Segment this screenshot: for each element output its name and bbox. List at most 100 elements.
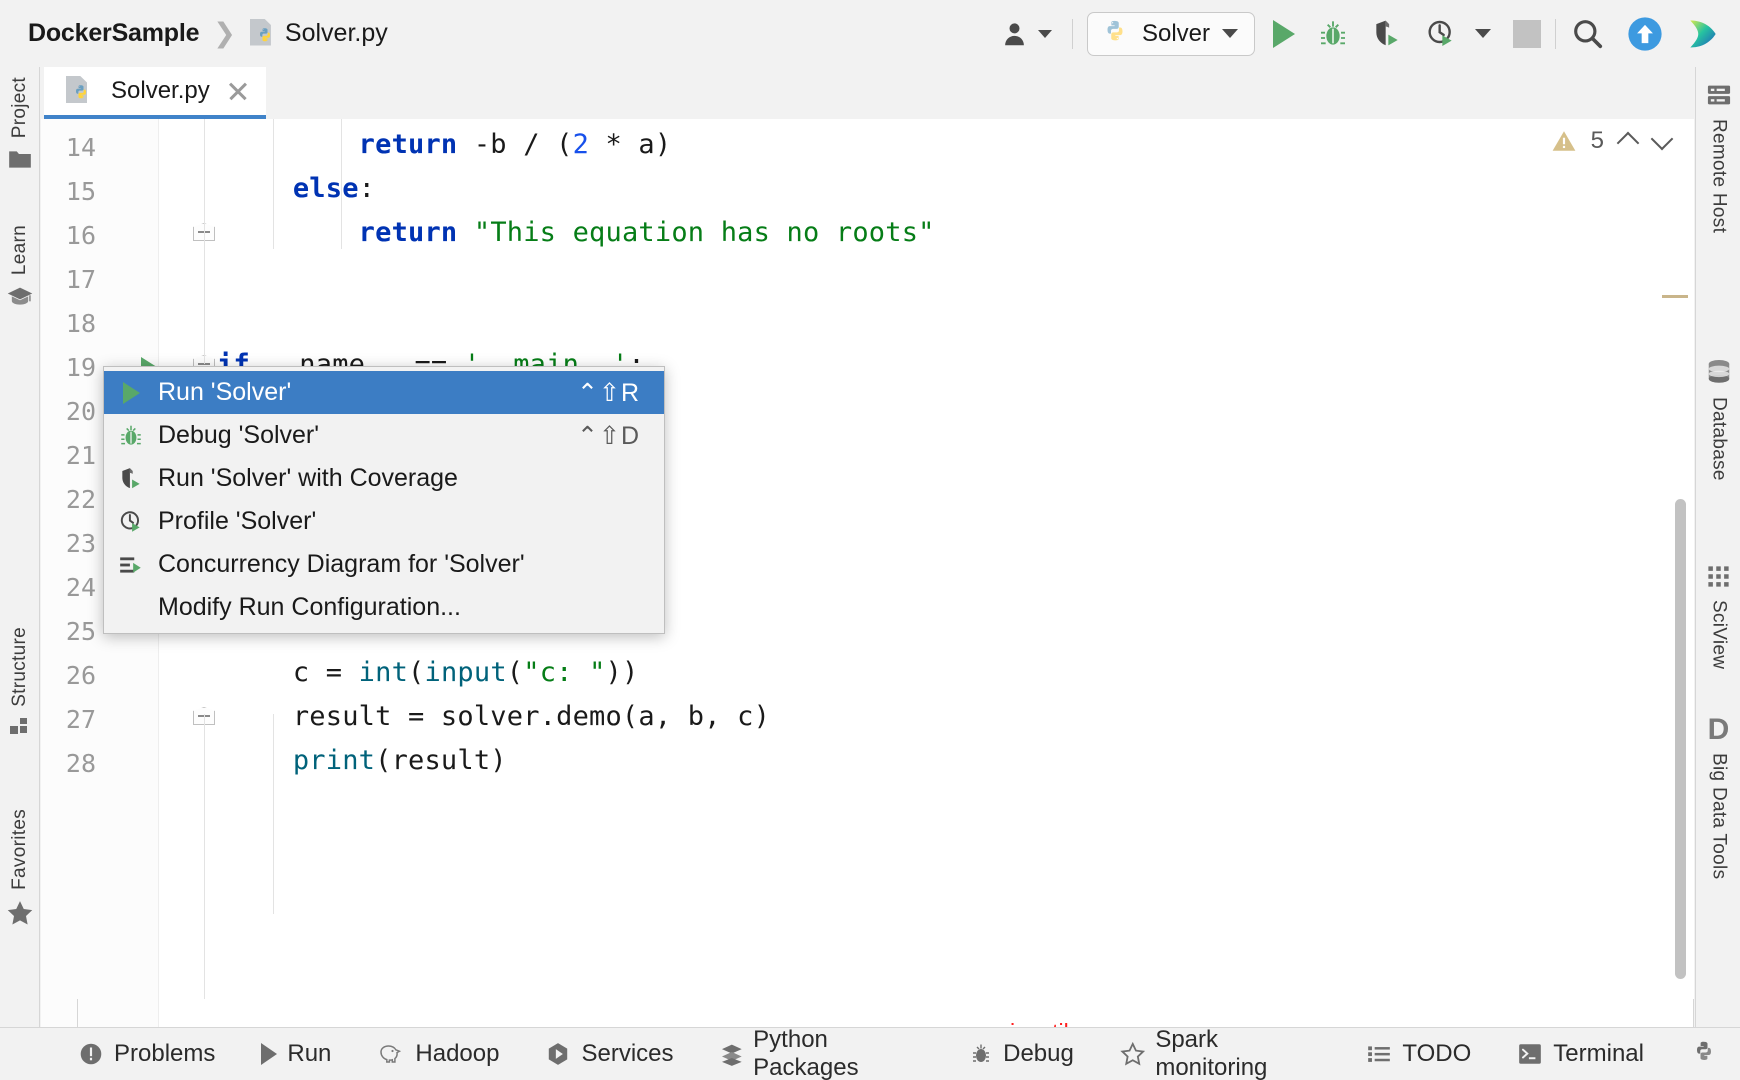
toolbar-divider (1072, 19, 1073, 49)
profile-clock-icon (1425, 18, 1457, 50)
code-line-27: print(result) (227, 745, 507, 776)
line-number: 17 (41, 265, 96, 294)
sidebar-item-sciview[interactable]: SciView (1696, 563, 1740, 669)
status-item-label: Hadoop (415, 1040, 499, 1068)
sidebar-item-learn[interactable]: Learn (0, 225, 40, 311)
codewithme-button[interactable] (1684, 15, 1722, 53)
main-toolbar: DockerSample ❯ Solver.py (0, 0, 1740, 67)
tab-label: Solver.py (111, 77, 210, 105)
code-line-26: result = solver.demo(a, b, c) (227, 701, 770, 732)
star-outline-icon (1120, 1040, 1145, 1068)
close-icon[interactable] (226, 79, 250, 103)
inspection-widget[interactable]: 5 (1551, 127, 1672, 155)
vertical-scrollbar[interactable] (1675, 499, 1686, 979)
warning-triangle-icon (1551, 128, 1577, 154)
sidebar-item-label: Structure (9, 627, 31, 707)
pycharm-window: DockerSample ❯ Solver.py (0, 0, 1740, 1080)
status-item-label: Debug (1003, 1040, 1074, 1068)
menu-item-run-with-coverage[interactable]: Run 'Solver' with Coverage (104, 457, 664, 500)
line-number: 18 (41, 309, 96, 338)
breadcrumb: DockerSample ❯ Solver.py (0, 18, 388, 49)
menu-item-label: Concurrency Diagram for 'Solver' (158, 550, 640, 579)
concurrency-diagram-icon (104, 552, 158, 578)
debug-button[interactable] (1317, 18, 1349, 50)
menu-item-label: Modify Run Configuration... (158, 593, 640, 622)
sidebar-item-label: Database (1708, 397, 1730, 481)
menu-item-run-solver[interactable]: Run 'Solver' ⌃⇧R (104, 371, 664, 414)
left-tool-window-bar: Project Learn Structure Favorites (0, 67, 40, 1027)
run-triangle-icon (104, 382, 158, 404)
menu-item-debug-solver[interactable]: Debug 'Solver' ⌃⇧D (104, 414, 664, 457)
code-line-16: return "This equation has no roots" (227, 217, 935, 248)
menu-item-modify-run-configuration[interactable]: Modify Run Configuration... (104, 586, 664, 629)
chevron-down-icon (1222, 29, 1238, 38)
chevron-down-icon[interactable] (1652, 131, 1672, 151)
status-item-problems[interactable]: Problems (78, 1040, 215, 1068)
status-item-python-console[interactable] (1690, 1040, 1718, 1068)
watermark-text: www.javatiku.cn (955, 1019, 1119, 1027)
search-icon (1570, 16, 1606, 52)
arrow-up-circle-icon (1626, 15, 1664, 53)
status-item-hadoop[interactable]: Hadoop (377, 1040, 499, 1068)
chevron-up-icon[interactable] (1618, 131, 1638, 151)
tab-solver-py[interactable]: Solver.py (44, 67, 266, 119)
line-number: 21 (41, 441, 96, 470)
sidebar-item-structure[interactable]: Structure (0, 627, 40, 739)
terminal-icon (1517, 1041, 1543, 1067)
indent-guide (204, 119, 205, 364)
breadcrumb-project[interactable]: DockerSample (28, 19, 199, 48)
sidebar-item-big-data-tools[interactable]: D Big Data Tools (1696, 715, 1740, 879)
coverage-button[interactable] (1371, 18, 1403, 50)
debug-bug-icon (104, 423, 158, 449)
stop-square-icon (1513, 20, 1541, 48)
coverage-shield-icon (104, 466, 158, 492)
run-configuration-selector[interactable]: Solver (1087, 12, 1255, 56)
update-project-button[interactable] (1626, 15, 1664, 53)
sidebar-item-project[interactable]: Project (0, 77, 40, 172)
line-number: 14 (41, 133, 96, 162)
profile-button[interactable] (1425, 18, 1457, 50)
menu-item-profile-solver[interactable]: Profile 'Solver' (104, 500, 664, 543)
line-number: 22 (41, 485, 96, 514)
breadcrumb-separator: ❯ (213, 18, 236, 49)
breadcrumb-file[interactable]: Solver.py (285, 19, 388, 48)
run-context-menu[interactable]: Run 'Solver' ⌃⇧R Debug 'Solver' ⌃⇧D (103, 366, 665, 634)
status-item-python-packages[interactable]: Python Packages (720, 1026, 924, 1080)
sidebar-item-label: Project (9, 77, 31, 138)
python-icon (1100, 19, 1130, 49)
profile-clock-icon (104, 509, 158, 535)
user-avatar-icon[interactable] (996, 15, 1058, 53)
server-icon (1705, 81, 1733, 109)
chevron-down-icon (1475, 29, 1491, 38)
debug-bug-icon (1317, 18, 1349, 50)
status-item-spark-monitoring[interactable]: Spark monitoring (1120, 1026, 1321, 1080)
sidebar-item-database[interactable]: Database (1696, 357, 1740, 481)
status-bar: Problems Run Hadoop Services (0, 1027, 1740, 1080)
right-tool-window-bar: Remote Host Database SciView (1695, 67, 1740, 1027)
sidebar-item-favorites[interactable]: Favorites (0, 809, 40, 928)
menu-item-concurrency-diagram[interactable]: Concurrency Diagram for 'Solver' (104, 543, 664, 586)
status-bar-right (1690, 1040, 1740, 1068)
status-item-terminal[interactable]: Terminal (1517, 1040, 1644, 1068)
chevron-down-icon (1038, 30, 1052, 38)
scrollbar-warning-marker[interactable] (1662, 295, 1688, 298)
more-actions-button[interactable] (1475, 29, 1491, 38)
statusbar-divider-left (0, 999, 78, 1027)
run-button[interactable] (1273, 20, 1295, 48)
status-item-services[interactable]: Services (545, 1040, 673, 1068)
sidebar-item-label: Big Data Tools (1708, 753, 1730, 879)
search-everywhere-button[interactable] (1570, 16, 1606, 52)
status-item-debug[interactable]: Debug (969, 1040, 1074, 1068)
line-number: 26 (41, 661, 96, 690)
menu-item-label: Debug 'Solver' (158, 421, 577, 450)
status-item-todo[interactable]: TODO (1366, 1040, 1471, 1068)
problems-exclamation-icon (78, 1041, 104, 1067)
todo-list-icon (1366, 1041, 1392, 1067)
sidebar-item-label: Remote Host (1708, 119, 1730, 233)
status-item-label: Spark monitoring (1155, 1026, 1320, 1080)
sidebar-item-remote-host[interactable]: Remote Host (1696, 81, 1740, 233)
status-item-run[interactable]: Run (261, 1040, 331, 1068)
line-number: 16 (41, 221, 96, 250)
stop-button[interactable] (1513, 20, 1541, 48)
statusbar-divider-right (1693, 999, 1694, 1027)
